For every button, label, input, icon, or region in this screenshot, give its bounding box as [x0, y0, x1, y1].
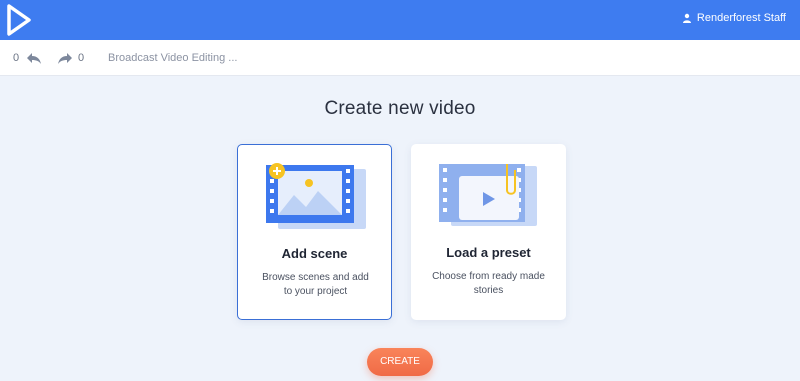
add-scene-description: Browse scenes and add to your project	[262, 272, 369, 297]
load-preset-title: Load a preset	[446, 245, 531, 260]
add-scene-title: Add scene	[281, 246, 348, 261]
load-preset-card[interactable]: Load a preset Choose from ready made sto…	[411, 144, 566, 320]
load-preset-description: Choose from ready made stories	[432, 271, 545, 296]
renderforest-logo[interactable]	[6, 4, 32, 36]
top-bar: Renderforest Staff	[0, 0, 800, 40]
user-menu[interactable]: Renderforest Staff	[682, 12, 786, 24]
user-name: Renderforest Staff	[696, 12, 786, 24]
load-preset-illustration-icon	[439, 164, 537, 226]
redo-count: 0	[78, 52, 85, 64]
undo-count: 0	[13, 52, 20, 64]
user-icon	[682, 13, 691, 23]
add-scene-illustration-icon	[266, 163, 366, 229]
undo-icon[interactable]	[25, 50, 43, 66]
add-scene-card[interactable]: Add scene Browse scenes and add to your …	[237, 144, 392, 320]
create-button[interactable]: CREATE	[367, 348, 433, 376]
editor-toolbar: 0 0 Broadcast Video Editing ...	[0, 40, 800, 76]
redo-icon[interactable]	[56, 50, 74, 66]
project-title[interactable]: Broadcast Video Editing ...	[108, 52, 237, 64]
page-title: Create new video	[324, 98, 476, 119]
